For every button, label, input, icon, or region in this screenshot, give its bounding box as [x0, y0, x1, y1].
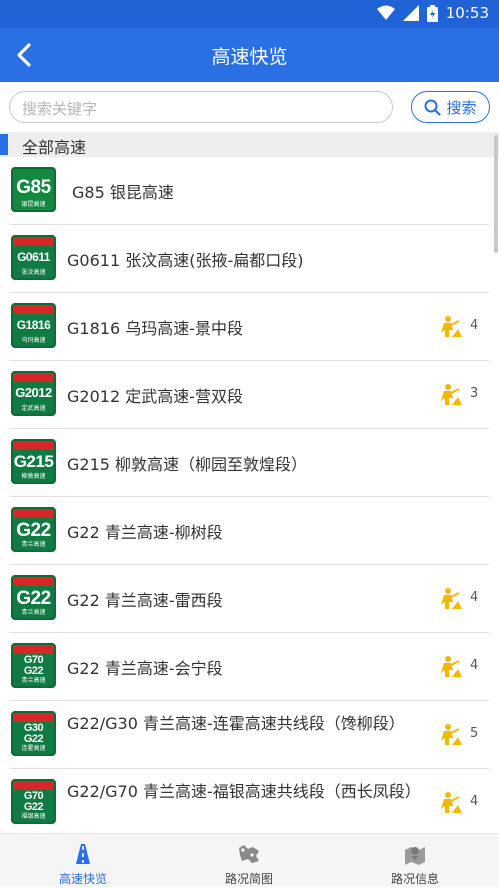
highway-shield-icon: G22 青兰高速 [11, 507, 56, 552]
app-bar: 高速快览 [0, 28, 499, 82]
search-button-label: 搜索 [446, 98, 477, 117]
road-work-count: 3 [470, 386, 479, 401]
highway-shield-icon: G2012 定武高速 [11, 371, 56, 416]
highway-row[interactable]: G22 青兰高速 G22 青兰高速-雷西段 4 [0, 565, 499, 633]
battery-icon [426, 4, 438, 22]
highway-icon [76, 844, 90, 864]
road-work-icon[interactable] [438, 383, 464, 407]
highway-name: G22/G70 青兰高速-福银高速共线段（西长凤段） [67, 782, 421, 801]
highway-row[interactable]: G0611 张汶高速 G0611 张汶高速(张掖-扁都口段) [0, 225, 499, 293]
search-placeholder: 搜索关键字 [22, 100, 98, 118]
highway-name: G22/G30 青兰高速-连霍高速共线段（馋柳段） [67, 714, 405, 733]
highway-name: G0611 张汶高速(张掖-扁都口段) [67, 251, 304, 270]
section-label: 全部高速 [22, 138, 87, 157]
traffic-info-icon [405, 847, 425, 865]
highway-name: G22 青兰高速-雷西段 [67, 591, 223, 610]
road-work-icon[interactable] [438, 791, 464, 815]
highway-row[interactable]: G30 G22 连霍高速 G22/G30 青兰高速-连霍高速共线段（馋柳段） 5 [0, 701, 499, 769]
highway-shield-icon: G30 G22 连霍高速 [11, 711, 56, 756]
highway-shield-icon: G0611 张汶高速 [11, 235, 56, 280]
highway-name: G22 青兰高速-会宁段 [67, 659, 223, 678]
road-work-icon[interactable] [438, 315, 464, 339]
road-work-count: 5 [470, 726, 479, 741]
tab-route-map[interactable]: 路况简图 [166, 834, 332, 888]
highway-row[interactable]: G22 青兰高速 G22 青兰高速-柳树段 [0, 497, 499, 565]
section-accent-bar [0, 134, 8, 155]
highway-row[interactable]: G85 银昆高速 G85 银昆高速 [0, 157, 499, 225]
road-work-count: 4 [470, 794, 479, 809]
highway-name: G85 银昆高速 [72, 183, 174, 202]
highway-row[interactable]: G70 G22 福银高速 G22/G70 青兰高速-福银高速共线段（西长凤段） … [0, 769, 499, 833]
road-work-count: 4 [470, 318, 479, 333]
road-work-icon[interactable] [438, 655, 464, 679]
highway-shield-icon: G70 G22 青兰高速 [11, 643, 56, 688]
page-title: 高速快览 [211, 46, 288, 68]
road-work-count: 4 [470, 658, 479, 673]
highway-name: G22 青兰高速-柳树段 [67, 523, 223, 542]
highway-row[interactable]: G2012 定武高速 G2012 定武高速-营双段 3 [0, 361, 499, 429]
highway-shield-icon: G70 G22 福银高速 [11, 779, 56, 824]
highway-shield-icon: G215 柳敦高速 [11, 439, 56, 484]
search-icon [424, 99, 442, 116]
bottom-tab-bar: 高速快览 路况简图 路况信息 [0, 833, 499, 887]
highway-row[interactable]: G1816 乌玛高速 G1816 乌玛高速-景中段 4 [0, 293, 499, 361]
status-bar: 10:53 [0, 0, 499, 28]
road-work-count: 4 [470, 590, 479, 605]
tab-traffic-info[interactable]: 路况信息 [332, 834, 498, 888]
tab-label: 路况信息 [390, 872, 439, 886]
wifi-icon [376, 5, 395, 20]
tab-highway-overview[interactable]: 高速快览 [0, 834, 166, 888]
highway-list[interactable]: G85 银昆高速 G85 银昆高速 G0611 张汶高速 G0611 张汶高速(… [0, 157, 499, 833]
clock: 10:53 [445, 4, 489, 22]
road-work-icon[interactable] [438, 587, 464, 611]
highway-shield-icon: G22 青兰高速 [11, 575, 56, 620]
signal-icon [402, 5, 419, 21]
highway-shield-icon: G85 银昆高速 [11, 167, 56, 212]
search-bar: 搜索关键字 搜索 [0, 82, 499, 132]
highway-shield-icon: G1816 乌玛高速 [11, 303, 56, 348]
section-header: 全部高速 [0, 132, 499, 157]
highway-row[interactable]: G70 G22 青兰高速 G22 青兰高速-会宁段 4 [0, 633, 499, 701]
highway-row[interactable]: G215 柳敦高速 G215 柳敦高速（柳园至敦煌段） [0, 429, 499, 497]
highway-name: G1816 乌玛高速-景中段 [67, 319, 243, 338]
search-input[interactable]: 搜索关键字 [9, 91, 393, 123]
highway-name: G215 柳敦高速（柳园至敦煌段） [67, 455, 308, 474]
search-button[interactable]: 搜索 [411, 91, 490, 123]
scrollbar[interactable] [494, 135, 498, 253]
tab-label: 路况简图 [224, 872, 273, 886]
highway-name: G2012 定武高速-营双段 [67, 387, 243, 406]
tab-label: 高速快览 [58, 872, 107, 886]
road-work-icon[interactable] [438, 723, 464, 747]
route-map-icon [239, 845, 259, 863]
